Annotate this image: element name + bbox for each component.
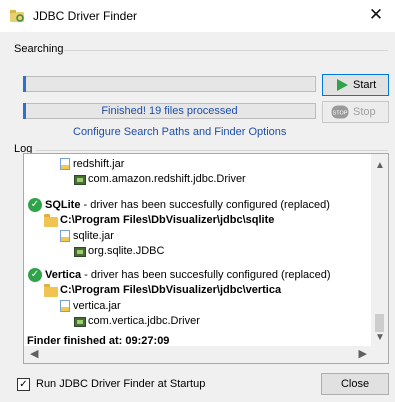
log-line-sqlite-status: SQLite - driver has been succesfully con… xyxy=(45,199,330,211)
run-at-startup-checkbox[interactable]: ✓ xyxy=(17,378,30,391)
log-horizontal-scrollbar[interactable]: ◀ ▶ xyxy=(24,346,373,363)
scrollbar-corner xyxy=(371,346,388,363)
scroll-down-icon[interactable]: ▼ xyxy=(375,332,385,343)
jar-file-icon xyxy=(60,300,70,312)
log-group-divider xyxy=(36,150,388,151)
configure-search-paths-link[interactable]: Configure Search Paths and Finder Option… xyxy=(73,126,286,138)
files-progress-bar: Finished! 19 files processed xyxy=(23,103,316,119)
svg-text:STOP: STOP xyxy=(333,111,348,117)
scroll-up-icon[interactable]: ▲ xyxy=(375,160,385,171)
log-line-vertica-file: vertica.jar xyxy=(73,300,121,312)
jdbc-finder-icon xyxy=(10,10,24,22)
stop-button-label: Stop xyxy=(353,106,376,118)
log-output-panel[interactable]: redshift.jar com.amazon.redshift.jdbc.Dr… xyxy=(23,153,389,364)
start-button[interactable]: Start xyxy=(322,74,389,96)
success-check-icon: ✓ xyxy=(28,268,42,282)
driver-class-icon xyxy=(74,175,86,185)
search-progress-bar xyxy=(23,76,316,92)
success-check-icon: ✓ xyxy=(28,198,42,212)
log-line-sqlite-class: org.sqlite.JDBC xyxy=(88,245,165,257)
driver-class-icon xyxy=(74,317,86,327)
log-line-redshift-file: redshift.jar xyxy=(73,158,125,170)
log-line-redshift-class: com.amazon.redshift.jdbc.Driver xyxy=(88,173,246,185)
folder-icon xyxy=(44,284,58,297)
searching-group-divider xyxy=(64,50,388,51)
driver-class-icon xyxy=(74,247,86,257)
close-button[interactable]: Close xyxy=(321,373,389,395)
files-progress-text: Finished! 19 files processed xyxy=(101,105,238,117)
stop-button[interactable]: STOP Stop xyxy=(322,101,389,123)
log-line-vertica-path: C:\Program Files\DbVisualizer\jdbc\verti… xyxy=(60,284,282,296)
run-at-startup-label: Run JDBC Driver Finder at Startup xyxy=(36,378,206,390)
play-icon xyxy=(337,79,348,91)
log-line-sqlite-path: C:\Program Files\DbVisualizer\jdbc\sqlit… xyxy=(60,214,275,226)
start-button-label: Start xyxy=(353,79,377,91)
title-bar: JDBC Driver Finder ✕ xyxy=(0,0,395,32)
log-line-sqlite-file: sqlite.jar xyxy=(73,230,114,242)
scroll-left-icon[interactable]: ◀ xyxy=(30,347,38,360)
scroll-right-icon[interactable]: ▶ xyxy=(359,347,367,360)
folder-icon xyxy=(44,214,58,227)
close-button-label: Close xyxy=(340,378,370,390)
scroll-thumb[interactable] xyxy=(375,314,384,332)
stop-icon: STOP xyxy=(331,105,349,119)
close-icon[interactable]: ✕ xyxy=(367,6,385,24)
window-title: JDBC Driver Finder xyxy=(33,9,138,23)
jar-file-icon xyxy=(60,158,70,170)
log-vertical-scrollbar[interactable]: ▲ ▼ xyxy=(371,154,388,347)
searching-group-label: Searching xyxy=(14,43,68,55)
progress-left-cap xyxy=(23,76,26,92)
log-line-vertica-status: Vertica - driver has been succesfully co… xyxy=(45,269,331,281)
checkmark-icon: ✓ xyxy=(19,379,28,390)
log-line-vertica-class: com.vertica.jdbc.Driver xyxy=(88,315,200,327)
jar-file-icon xyxy=(60,230,70,242)
